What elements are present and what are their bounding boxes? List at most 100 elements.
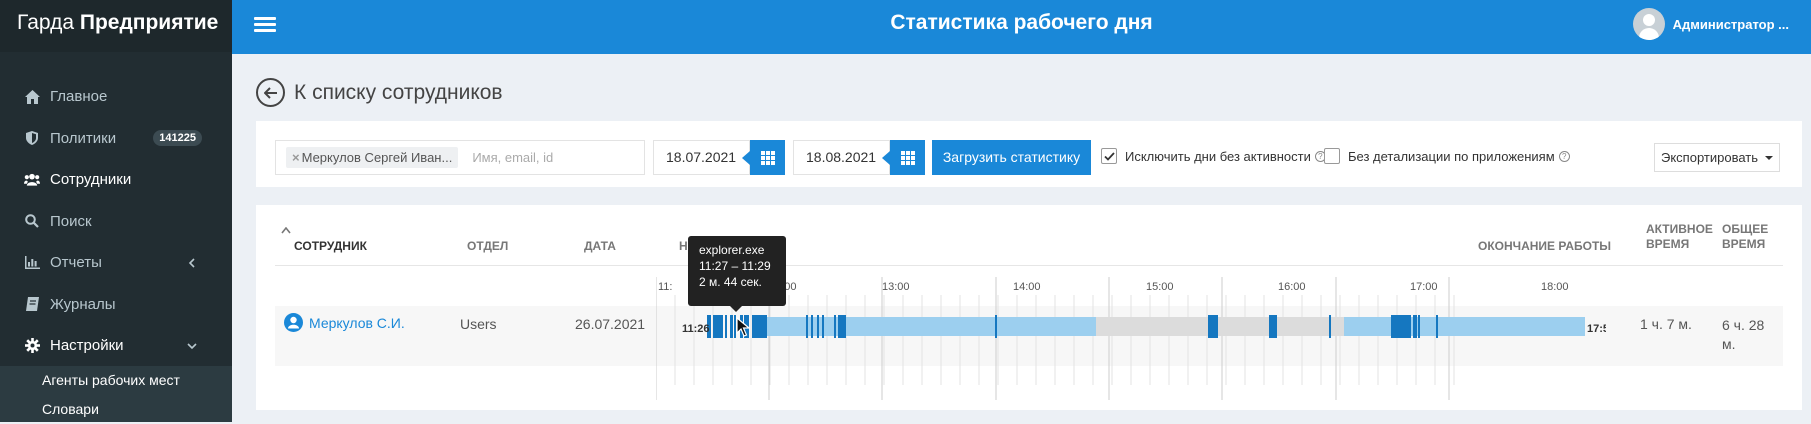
exclude-inactive-label: Исключить дни без активности <box>1125 148 1311 164</box>
active-bar[interactable] <box>1344 317 1585 336</box>
sidebar-item-main[interactable]: Главное <box>0 76 232 118</box>
activity-segment[interactable] <box>725 315 727 338</box>
activity-segment[interactable] <box>995 315 997 338</box>
users-icon <box>24 172 40 188</box>
activity-tooltip: explorer.exe 11:27 – 11:29 2 м. 44 сек. <box>688 236 786 312</box>
no-details-label: Без детализации по приложениям <box>1348 148 1555 164</box>
employee-link[interactable]: Меркулов С.И. <box>284 313 405 332</box>
activity-segment[interactable] <box>752 315 767 338</box>
activity-segment[interactable] <box>834 315 836 338</box>
top-header: Статистика рабочего дня Администратор ..… <box>232 0 1811 54</box>
activity-segment[interactable] <box>1418 315 1420 338</box>
policies-count-badge: 141225 <box>153 129 202 146</box>
sidebar-item-reports[interactable]: Отчеты <box>0 242 232 284</box>
activity-segment[interactable] <box>817 315 819 338</box>
back-to-employees-link[interactable]: К списку сотрудников <box>256 78 503 107</box>
brand-light: Гарда <box>17 11 75 34</box>
tooltip-range: 11:27 – 11:29 <box>699 259 771 273</box>
help-icon[interactable]: ? <box>1558 150 1570 162</box>
activity-segment[interactable] <box>1413 315 1417 338</box>
sidebar-item-policies[interactable]: Политики 141225 <box>0 118 232 160</box>
tooltip-duration: 2 м. 44 сек. <box>699 275 762 289</box>
sidebar: Гарда Предприятие Главное Политики 14122… <box>0 0 232 422</box>
hour-label: 15:00 <box>1146 281 1174 293</box>
no-details-checkbox[interactable]: Без детализации по приложениям ? <box>1324 148 1570 164</box>
column-header-line: АКТИВНОЕ <box>1646 222 1713 236</box>
active-time-cell: 1 ч. 7 м. <box>1640 316 1692 332</box>
checkbox-unchecked-icon[interactable] <box>1324 148 1340 164</box>
sidebar-item-search[interactable]: Поиск <box>0 201 232 243</box>
activity-segment[interactable] <box>1436 315 1438 338</box>
submenu-item-dictionaries[interactable]: Словари <box>0 395 232 424</box>
activity-segment[interactable] <box>838 315 846 338</box>
remove-tag-icon[interactable]: × <box>292 150 300 165</box>
hour-label: 11: <box>658 281 672 293</box>
activity-timeline[interactable]: 11: 12:00 13:00 14:00 15:00 16:00 17:00 … <box>656 265 1606 400</box>
mouse-cursor-icon <box>736 317 750 337</box>
column-header-end[interactable]: ОКОНЧАНИЕ РАБОТЫ <box>1478 239 1611 254</box>
avatar <box>1632 8 1665 40</box>
column-header-start[interactable]: Н <box>679 239 688 254</box>
export-dropdown-button[interactable]: Экспортировать <box>1654 143 1780 172</box>
hour-label: 18:00 <box>1541 281 1569 293</box>
tooltip-app: explorer.exe <box>699 243 765 257</box>
page-title: Статистика рабочего дня <box>890 11 1153 34</box>
calendar-icon[interactable] <box>750 140 785 175</box>
brand-logo[interactable]: Гарда Предприятие <box>0 0 232 52</box>
employee-search-input[interactable]: Имя, email, id <box>472 150 553 165</box>
sidebar-item-employees[interactable]: Сотрудники <box>0 159 232 201</box>
sidebar-item-label: Журналы <box>50 295 116 313</box>
sidebar-item-label: Отчеты <box>50 254 102 272</box>
column-header-label: СОТРУДНИК <box>294 239 367 253</box>
activity-segment[interactable] <box>713 315 723 338</box>
activity-segment[interactable] <box>1329 315 1331 338</box>
employee-tag-label: Меркулов Сергей Иван... <box>301 150 453 165</box>
sidebar-item-label: Настройки <box>50 337 124 355</box>
column-header-line: ВРЕМЯ <box>1722 237 1766 251</box>
submenu-item-agents[interactable]: Агенты рабочих мест <box>0 366 232 395</box>
sidebar-item-settings[interactable]: Настройки <box>0 325 232 367</box>
date-from-input[interactable]: 18.07.2021 <box>653 140 750 175</box>
checkbox-checked-icon[interactable] <box>1101 148 1117 164</box>
user-circle-icon <box>284 313 303 332</box>
start-time-label: 11:26 <box>682 323 710 335</box>
activity-segment[interactable] <box>1208 315 1218 338</box>
settings-submenu: Агенты рабочих мест Словари <box>0 366 232 422</box>
activity-segment[interactable] <box>1391 315 1411 338</box>
column-header-line: ВРЕМЯ <box>1646 237 1690 251</box>
date-cell: 26.07.2021 <box>575 316 646 332</box>
filter-panel: × Меркулов Сергей Иван... Имя, email, id … <box>256 121 1802 187</box>
employee-select[interactable]: × Меркулов Сергей Иван... Имя, email, id <box>275 140 645 175</box>
column-header-department[interactable]: ОТДЕЛ <box>467 239 508 254</box>
activity-segment[interactable] <box>730 315 733 338</box>
gear-icon <box>24 338 40 354</box>
sidebar-nav: Главное Политики 141225 Сотрудники Поиск… <box>0 76 232 367</box>
sidebar-item-label: Главное <box>50 88 108 106</box>
user-name: Администратор ... <box>1672 16 1789 32</box>
column-header-active-time[interactable]: АКТИВНОЕ ВРЕМЯ <box>1646 222 1713 252</box>
column-header-date[interactable]: ДАТА <box>584 239 616 254</box>
idle-bar[interactable] <box>1096 317 1344 336</box>
exclude-inactive-checkbox[interactable]: Исключить дни без активности ? <box>1101 148 1326 164</box>
employee-tag[interactable]: × Меркулов Сергей Иван... <box>286 147 459 168</box>
activity-segment[interactable] <box>811 315 813 338</box>
column-header-employee[interactable]: СОТРУДНИК <box>281 227 367 254</box>
employee-name: Меркулов С.И. <box>309 314 405 331</box>
activity-segment[interactable] <box>822 315 824 338</box>
date-to-input[interactable]: 18.08.2021 <box>793 140 890 175</box>
brand-bold: Предприятие <box>79 11 219 34</box>
total-time-line: 6 ч. 28 <box>1722 317 1765 333</box>
total-time-cell: 6 ч. 28 м. <box>1722 316 1764 354</box>
user-menu[interactable]: Администратор ... <box>1632 8 1789 40</box>
calendar-icon[interactable] <box>890 140 925 175</box>
load-statistics-button[interactable]: Загрузить статистику <box>932 140 1091 175</box>
sidebar-item-journals[interactable]: Журналы <box>0 284 232 326</box>
column-header-line: ОБЩЕЕ <box>1722 222 1769 236</box>
department-cell: Users <box>460 316 497 332</box>
end-time-label: 17:54 <box>1587 323 1606 335</box>
active-bar[interactable] <box>766 317 1096 336</box>
activity-segment[interactable] <box>806 315 808 338</box>
activity-segment[interactable] <box>1269 315 1277 338</box>
column-header-total-time[interactable]: ОБЩЕЕ ВРЕМЯ <box>1722 222 1768 252</box>
total-time-line: м. <box>1722 336 1736 352</box>
